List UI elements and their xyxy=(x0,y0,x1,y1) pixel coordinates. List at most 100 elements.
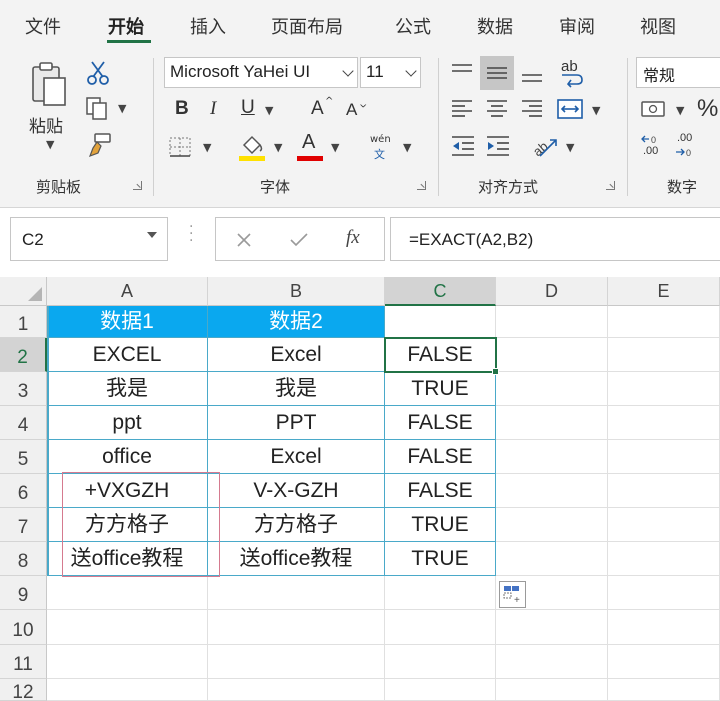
row-header-12[interactable]: 12 xyxy=(0,679,47,701)
fill-handle[interactable] xyxy=(492,368,499,375)
cell-e1[interactable] xyxy=(608,306,720,338)
cell-c12[interactable] xyxy=(385,679,496,701)
cell-b3[interactable]: 我是 xyxy=(208,372,385,406)
cell-a7[interactable]: 方方格子 xyxy=(47,508,208,542)
cell-b4[interactable]: PPT xyxy=(208,406,385,440)
align-center-icon[interactable] xyxy=(485,98,509,120)
cell-b2[interactable]: Excel xyxy=(208,338,385,372)
formula-input[interactable]: =EXACT(A2,B2) xyxy=(390,217,720,261)
enter-icon[interactable] xyxy=(289,232,309,248)
cell-e10[interactable] xyxy=(608,610,720,645)
cell-d10[interactable] xyxy=(496,610,608,645)
italic-button[interactable]: I xyxy=(210,98,216,120)
cell-e4[interactable] xyxy=(608,406,720,440)
cell-d7[interactable] xyxy=(496,508,608,542)
cell-c1[interactable] xyxy=(385,306,496,338)
phonetic-guide-top[interactable]: wén xyxy=(370,134,391,145)
fill-color-dropdown-icon[interactable]: ▼ xyxy=(274,141,282,154)
row-header-11[interactable]: 11 xyxy=(0,645,47,679)
underline-dropdown-icon[interactable]: ▼ xyxy=(265,104,273,117)
cell-c7[interactable]: TRUE xyxy=(385,508,496,542)
row-header-4[interactable]: 4 xyxy=(0,406,47,440)
merge-center-icon[interactable] xyxy=(556,97,584,121)
decrease-indent-icon[interactable] xyxy=(450,134,476,158)
row-header-8[interactable]: 8 xyxy=(0,542,47,576)
chevron-down-icon[interactable] xyxy=(342,65,354,77)
copy-icon[interactable] xyxy=(84,95,110,121)
orientation-dropdown-icon[interactable]: ▼ xyxy=(566,141,574,154)
font-color-dropdown-icon[interactable]: ▼ xyxy=(331,141,339,154)
cell-d6[interactable] xyxy=(496,474,608,508)
font-name-combobox[interactable]: Microsoft YaHei UI xyxy=(164,57,358,88)
percent-button[interactable]: % xyxy=(697,95,718,123)
tab-1[interactable]: 开始 xyxy=(108,13,144,39)
font-size-combobox[interactable]: 11 xyxy=(360,57,421,88)
currency-dropdown-icon[interactable]: ▼ xyxy=(676,104,684,117)
clipboard-icon[interactable] xyxy=(30,60,68,108)
orientation-icon[interactable]: ab xyxy=(530,132,560,160)
cell-e11[interactable] xyxy=(608,645,720,679)
cell-b12[interactable] xyxy=(208,679,385,701)
cancel-icon[interactable] xyxy=(236,232,252,248)
font-dialog-launcher-icon[interactable] xyxy=(417,181,426,190)
cell-e5[interactable] xyxy=(608,440,720,474)
shrink-font-button[interactable]: A xyxy=(346,100,357,120)
cell-c9[interactable] xyxy=(385,576,496,610)
grow-font-button[interactable]: A xyxy=(311,98,324,120)
cell-d8[interactable] xyxy=(496,542,608,576)
cut-icon[interactable] xyxy=(86,60,110,86)
phonetic-dropdown-icon[interactable]: ▼ xyxy=(403,141,411,154)
insert-function-button[interactable]: fx xyxy=(346,227,360,249)
phonetic-guide-bottom[interactable]: 文 xyxy=(374,146,385,162)
cell-b9[interactable] xyxy=(208,576,385,610)
cell-c11[interactable] xyxy=(385,645,496,679)
cell-b1[interactable]: 数据2 xyxy=(208,306,385,338)
copy-dropdown-icon[interactable]: ▼ xyxy=(118,102,126,115)
column-header-a[interactable]: A xyxy=(47,277,208,306)
cell-a9[interactable] xyxy=(47,576,208,610)
name-box[interactable]: C2 xyxy=(10,217,168,261)
cell-d11[interactable] xyxy=(496,645,608,679)
number-format-combobox[interactable]: 常规 xyxy=(636,57,720,88)
column-header-c[interactable]: C xyxy=(385,277,496,306)
cell-a12[interactable] xyxy=(47,679,208,701)
tab-6[interactable]: 审阅 xyxy=(559,13,595,39)
cell-a5[interactable]: office xyxy=(47,440,208,474)
tab-4[interactable]: 公式 xyxy=(395,13,431,39)
cell-d12[interactable] xyxy=(496,679,608,701)
row-header-6[interactable]: 6 xyxy=(0,474,47,508)
underline-button[interactable]: U xyxy=(241,97,255,119)
cell-b10[interactable] xyxy=(208,610,385,645)
align-right-icon[interactable] xyxy=(520,98,544,120)
cell-c3[interactable]: TRUE xyxy=(385,372,496,406)
cell-e6[interactable] xyxy=(608,474,720,508)
decrease-decimal-icon[interactable]: 0 xyxy=(674,145,700,159)
align-bottom-icon[interactable] xyxy=(520,62,544,84)
borders-dropdown-icon[interactable]: ▼ xyxy=(203,141,211,154)
format-painter-icon[interactable] xyxy=(85,132,113,160)
cell-e9[interactable] xyxy=(608,576,720,610)
alignment-dialog-launcher-icon[interactable] xyxy=(606,181,615,190)
cell-e2[interactable] xyxy=(608,338,720,372)
paste-label[interactable]: 粘贴 xyxy=(29,112,63,137)
column-header-b[interactable]: B xyxy=(208,277,385,306)
clipboard-dialog-launcher-icon[interactable] xyxy=(133,181,142,190)
align-middle-icon[interactable] xyxy=(485,62,509,84)
tab-5[interactable]: 数据 xyxy=(477,13,513,39)
tab-0[interactable]: 文件 xyxy=(25,13,61,39)
merge-dropdown-icon[interactable]: ▼ xyxy=(592,104,600,117)
chevron-down-icon[interactable] xyxy=(405,65,417,77)
quick-analysis-button[interactable]: + xyxy=(499,581,526,608)
row-header-1[interactable]: 1 xyxy=(0,306,47,338)
row-header-2[interactable]: 2 xyxy=(0,338,47,372)
cell-a6[interactable]: +VXGZH xyxy=(47,474,208,508)
increase-indent-icon[interactable] xyxy=(485,134,511,158)
cell-a10[interactable] xyxy=(47,610,208,645)
cell-e12[interactable] xyxy=(608,679,720,701)
cell-c10[interactable] xyxy=(385,610,496,645)
font-color-button[interactable]: A xyxy=(302,131,315,154)
name-box-dropdown-icon[interactable] xyxy=(147,232,157,238)
cell-c6[interactable]: FALSE xyxy=(385,474,496,508)
cell-c8[interactable]: TRUE xyxy=(385,542,496,576)
cell-a11[interactable] xyxy=(47,645,208,679)
